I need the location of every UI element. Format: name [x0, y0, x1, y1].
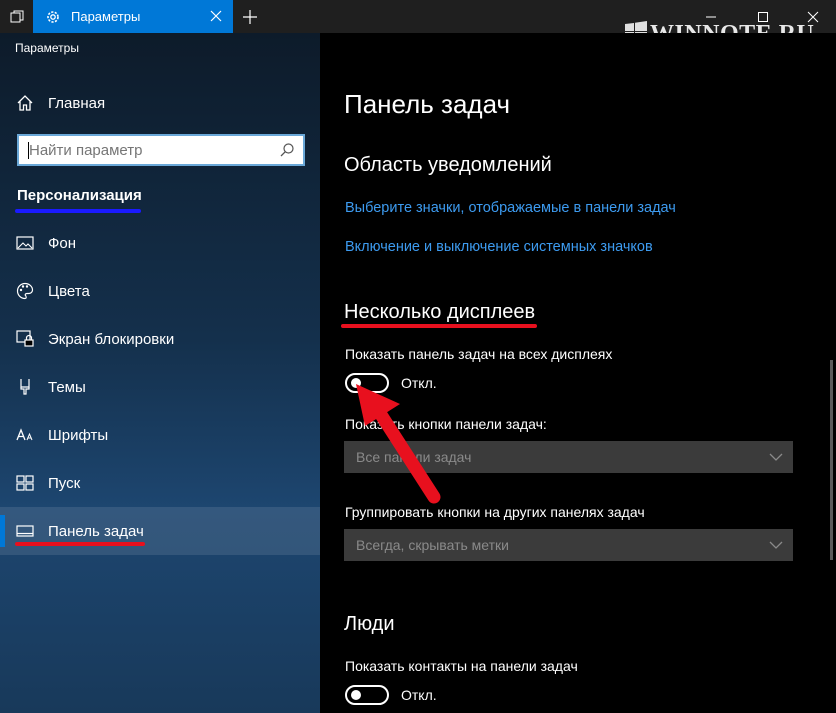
search-icon[interactable] [279, 142, 295, 158]
sidebar-item-label: Шрифты [48, 426, 109, 444]
show-buttons-dropdown[interactable]: Все панели задач [344, 441, 793, 473]
toggle-knob [351, 378, 361, 388]
show-on-all-displays-label: Показать панель задач на всех дисплеях [345, 346, 613, 362]
close-tab-icon[interactable] [209, 9, 223, 23]
scrollbar[interactable] [830, 360, 833, 560]
sidebar-item-label: Фон [48, 234, 77, 252]
sidebar-item-themes[interactable]: Темы [0, 363, 320, 411]
sidebar-item-colors[interactable]: Цвета [0, 267, 320, 315]
show-on-all-displays-toggle[interactable] [345, 373, 389, 393]
people-group-title: Люди [344, 613, 395, 635]
taskbar-icon [16, 522, 34, 540]
nav-list: Фон Цвета Экран блокировки Темы Шрифты П… [0, 219, 320, 555]
lock-screen-icon [16, 330, 34, 348]
select-taskbar-icons-link[interactable]: Выберите значки, отображаемые в панели з… [345, 200, 676, 216]
tabs-icon[interactable] [0, 0, 33, 33]
sidebar-item-lock-screen[interactable]: Экран блокировки [0, 315, 320, 363]
sidebar-item-label: Панель задач [48, 522, 144, 540]
app-title: Параметры [15, 41, 79, 55]
palette-icon [16, 282, 34, 300]
toggle-state-label: Откл. [401, 687, 437, 703]
tab-parameters[interactable]: Параметры [33, 0, 233, 33]
dropdown-value: Всегда, скрывать метки [356, 537, 509, 553]
toggle-state-label: Откл. [401, 375, 437, 391]
plus-icon[interactable] [240, 7, 260, 27]
search-input[interactable] [19, 136, 279, 164]
sidebar-item-label: Цвета [48, 282, 90, 300]
page-title: Панель задач [344, 89, 511, 119]
dropdown-value: Все панели задач [356, 449, 472, 465]
sidebar-item-start[interactable]: Пуск [0, 459, 320, 507]
fonts-icon [16, 426, 34, 444]
system-icons-link[interactable]: Включение и выключение системных значков [345, 239, 653, 255]
sidebar-item-label: Пуск [48, 474, 81, 492]
annotation-underline-red [15, 542, 145, 546]
sidebar-item-fonts[interactable]: Шрифты [0, 411, 320, 459]
show-contacts-toggle[interactable] [345, 685, 389, 705]
notifications-group-title: Область уведомлений [344, 154, 552, 176]
show-buttons-label: Показать кнопки панели задач: [345, 416, 547, 432]
sidebar-item-label: Главная [48, 94, 106, 112]
sidebar: Параметры Главная Персонализация Фон Цве… [0, 33, 320, 713]
search-box[interactable] [17, 134, 305, 166]
group-buttons-label: Группировать кнопки на других панелях за… [345, 504, 645, 520]
tab-title: Параметры [71, 9, 141, 24]
toggle-knob [351, 690, 361, 700]
text-cursor [28, 142, 29, 159]
brush-icon [16, 378, 34, 396]
chevron-down-icon [769, 450, 783, 464]
group-buttons-dropdown[interactable]: Всегда, скрывать метки [344, 529, 793, 561]
sidebar-item-home[interactable]: Главная [0, 83, 320, 123]
sidebar-item-label: Экран блокировки [48, 330, 175, 348]
annotation-underline-red [341, 324, 537, 328]
gear-icon [45, 9, 61, 25]
sidebar-item-background[interactable]: Фон [0, 219, 320, 267]
sidebar-item-label: Темы [48, 378, 86, 396]
home-icon [16, 94, 34, 112]
section-heading: Персонализация [17, 187, 142, 204]
picture-icon [16, 234, 34, 252]
annotation-underline-blue [15, 209, 141, 213]
show-contacts-label: Показать контакты на панели задач [345, 658, 578, 674]
main-content: Панель задач Область уведомлений Выберит… [320, 33, 836, 713]
start-tiles-icon [16, 474, 34, 492]
sidebar-item-taskbar[interactable]: Панель задач [0, 507, 320, 555]
chevron-down-icon [769, 538, 783, 552]
multi-display-group-title: Несколько дисплеев [344, 301, 536, 323]
